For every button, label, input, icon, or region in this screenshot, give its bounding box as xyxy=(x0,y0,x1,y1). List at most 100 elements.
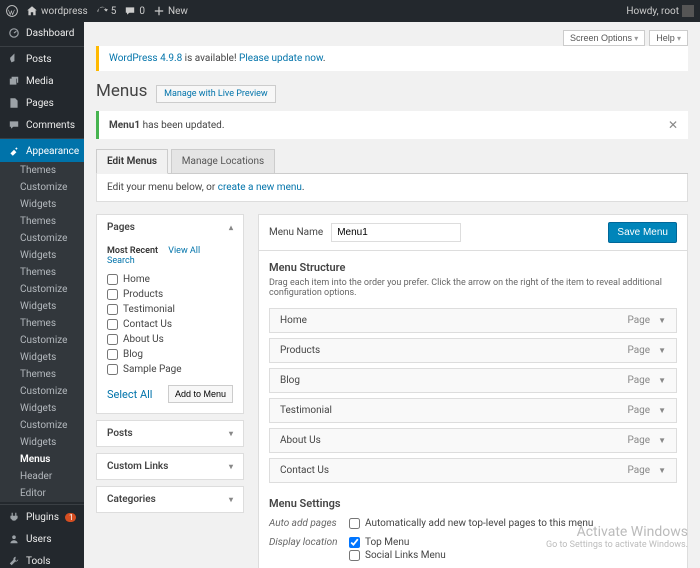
structure-heading: Menu Structure xyxy=(269,261,677,274)
page-checkbox[interactable] xyxy=(107,349,118,360)
sidebar-appearance[interactable]: Appearance xyxy=(0,138,84,162)
subtab-search[interactable]: Search xyxy=(107,256,135,266)
screen-options-button[interactable]: Screen Options xyxy=(563,30,645,46)
menu-item[interactable]: BlogPage▼ xyxy=(269,368,677,393)
menu-name-label: Menu Name xyxy=(269,227,323,238)
notice-strong: Menu1 xyxy=(109,120,140,131)
content-area: Screen Options Help WordPress 4.9.8 is a… xyxy=(84,22,700,568)
page-checkbox[interactable] xyxy=(107,319,118,330)
page-check[interactable]: About Us xyxy=(107,332,233,347)
page-check[interactable]: Testimonial xyxy=(107,302,233,317)
sub-item[interactable]: Themes xyxy=(0,315,84,332)
sub-item[interactable]: Themes xyxy=(0,162,84,179)
chevron-down-icon[interactable]: ▼ xyxy=(658,316,666,325)
sidebar-posts[interactable]: Posts xyxy=(0,46,84,70)
page-checkbox[interactable] xyxy=(107,289,118,300)
sub-item[interactable]: Customize xyxy=(0,179,84,196)
comments-link[interactable]: 0 xyxy=(124,5,145,17)
menu-settings: Menu Settings Auto add pages Automatical… xyxy=(269,497,677,563)
tab-manage-locations[interactable]: Manage Locations xyxy=(171,149,275,174)
tab-edit-menus[interactable]: Edit Menus xyxy=(96,149,168,174)
sidebar-dashboard[interactable]: Dashboard xyxy=(0,22,84,44)
loc-social-check[interactable]: Social Links Menu xyxy=(349,550,446,561)
nav-tabs: Edit Menus Manage Locations xyxy=(96,149,688,174)
page-title: Menus xyxy=(96,81,147,101)
sub-item[interactable]: Customize xyxy=(0,417,84,434)
sub-item[interactable]: Themes xyxy=(0,264,84,281)
help-button[interactable]: Help xyxy=(649,30,688,46)
accordion-categories-header[interactable]: Categories xyxy=(97,487,243,512)
menu-item[interactable]: ProductsPage▼ xyxy=(269,338,677,363)
sub-item[interactable]: Widgets xyxy=(0,196,84,213)
accordion-column: Pages Most Recent View All Search Home P… xyxy=(96,214,244,519)
accordion-posts-header[interactable]: Posts xyxy=(97,421,243,446)
page-check[interactable]: Home xyxy=(107,272,233,287)
wp-logo[interactable] xyxy=(6,5,18,17)
sub-item[interactable]: Customize xyxy=(0,332,84,349)
page-check[interactable]: Sample Page xyxy=(107,362,233,377)
subtab-all[interactable]: View All xyxy=(168,246,200,256)
page-check[interactable]: Products xyxy=(107,287,233,302)
sidebar-pages[interactable]: Pages xyxy=(0,92,84,114)
sub-item[interactable]: Widgets xyxy=(0,247,84,264)
sub-item[interactable]: Customize xyxy=(0,230,84,247)
accordion-custom-header[interactable]: Custom Links xyxy=(97,454,243,479)
loc-top-check[interactable]: Top Menu xyxy=(349,537,446,548)
sidebar-plugins[interactable]: Plugins1 xyxy=(0,504,84,528)
menu-item[interactable]: HomePage▼ xyxy=(269,308,677,333)
sub-item[interactable]: Header xyxy=(0,468,84,485)
update-version-link[interactable]: WordPress 4.9.8 xyxy=(109,53,182,64)
menu-item[interactable]: Contact UsPage▼ xyxy=(269,458,677,483)
create-menu-link[interactable]: create a new menu xyxy=(218,182,302,193)
plugins-badge: 1 xyxy=(65,513,76,522)
chevron-down-icon[interactable]: ▼ xyxy=(658,346,666,355)
settings-heading: Menu Settings xyxy=(269,497,677,510)
howdy[interactable]: Howdy, root xyxy=(626,5,694,17)
page-checkbox[interactable] xyxy=(107,364,118,375)
page-check[interactable]: Contact Us xyxy=(107,317,233,332)
dismiss-icon[interactable]: ✕ xyxy=(668,118,678,132)
save-menu-button-top[interactable]: Save Menu xyxy=(608,222,677,243)
sidebar-comments[interactable]: Comments xyxy=(0,114,84,136)
chevron-down-icon[interactable]: ▼ xyxy=(658,376,666,385)
page-checkbox[interactable] xyxy=(107,334,118,345)
sub-item[interactable]: Widgets xyxy=(0,298,84,315)
sidebar-users[interactable]: Users xyxy=(0,528,84,550)
sub-item[interactable]: Widgets xyxy=(0,434,84,451)
sub-item[interactable]: Customize xyxy=(0,383,84,400)
subtab-recent[interactable]: Most Recent xyxy=(107,246,158,256)
menu-item[interactable]: About UsPage▼ xyxy=(269,428,677,453)
sub-item[interactable]: Widgets xyxy=(0,400,84,417)
sub-item[interactable]: Editor xyxy=(0,485,84,502)
admin-sidebar: Dashboard Posts Media Pages Comments App… xyxy=(0,22,84,568)
auto-add-check[interactable]: Automatically add new top-level pages to… xyxy=(349,518,593,529)
sidebar-media[interactable]: Media xyxy=(0,70,84,92)
site-link[interactable]: wordpress xyxy=(26,5,88,17)
accordion-custom: Custom Links xyxy=(96,453,244,480)
sub-item[interactable]: Themes xyxy=(0,366,84,383)
select-all-link[interactable]: Select All xyxy=(107,388,152,401)
add-to-menu-button[interactable]: Add to Menu xyxy=(168,385,233,403)
chevron-down-icon[interactable]: ▼ xyxy=(658,466,666,475)
page-check[interactable]: Blog xyxy=(107,347,233,362)
sub-item[interactable]: Widgets xyxy=(0,349,84,366)
page-checkbox[interactable] xyxy=(107,274,118,285)
menu-item[interactable]: TestimonialPage▼ xyxy=(269,398,677,423)
chevron-down-icon[interactable]: ▼ xyxy=(658,436,666,445)
live-preview-button[interactable]: Manage with Live Preview xyxy=(156,85,276,103)
sidebar-tools[interactable]: Tools xyxy=(0,550,84,568)
update-now-link[interactable]: Please update now xyxy=(239,53,323,64)
new-link[interactable]: New xyxy=(153,5,188,17)
page-checkbox[interactable] xyxy=(107,304,118,315)
chevron-down-icon[interactable]: ▼ xyxy=(658,406,666,415)
accordion-pages-header[interactable]: Pages xyxy=(97,215,243,240)
menu-structure: Menu Structure Drag each item into the o… xyxy=(258,251,688,568)
updates-link[interactable]: 5 xyxy=(96,5,117,17)
admin-bar: wordpress 5 0 New Howdy, root xyxy=(0,0,700,22)
menu-name-input[interactable] xyxy=(331,223,461,242)
sub-item[interactable]: Themes xyxy=(0,213,84,230)
sub-item[interactable]: Customize xyxy=(0,281,84,298)
structure-desc: Drag each item into the order you prefer… xyxy=(269,278,677,298)
sub-item-menus[interactable]: Menus xyxy=(0,451,84,468)
update-nag-text: is available! xyxy=(182,53,239,64)
